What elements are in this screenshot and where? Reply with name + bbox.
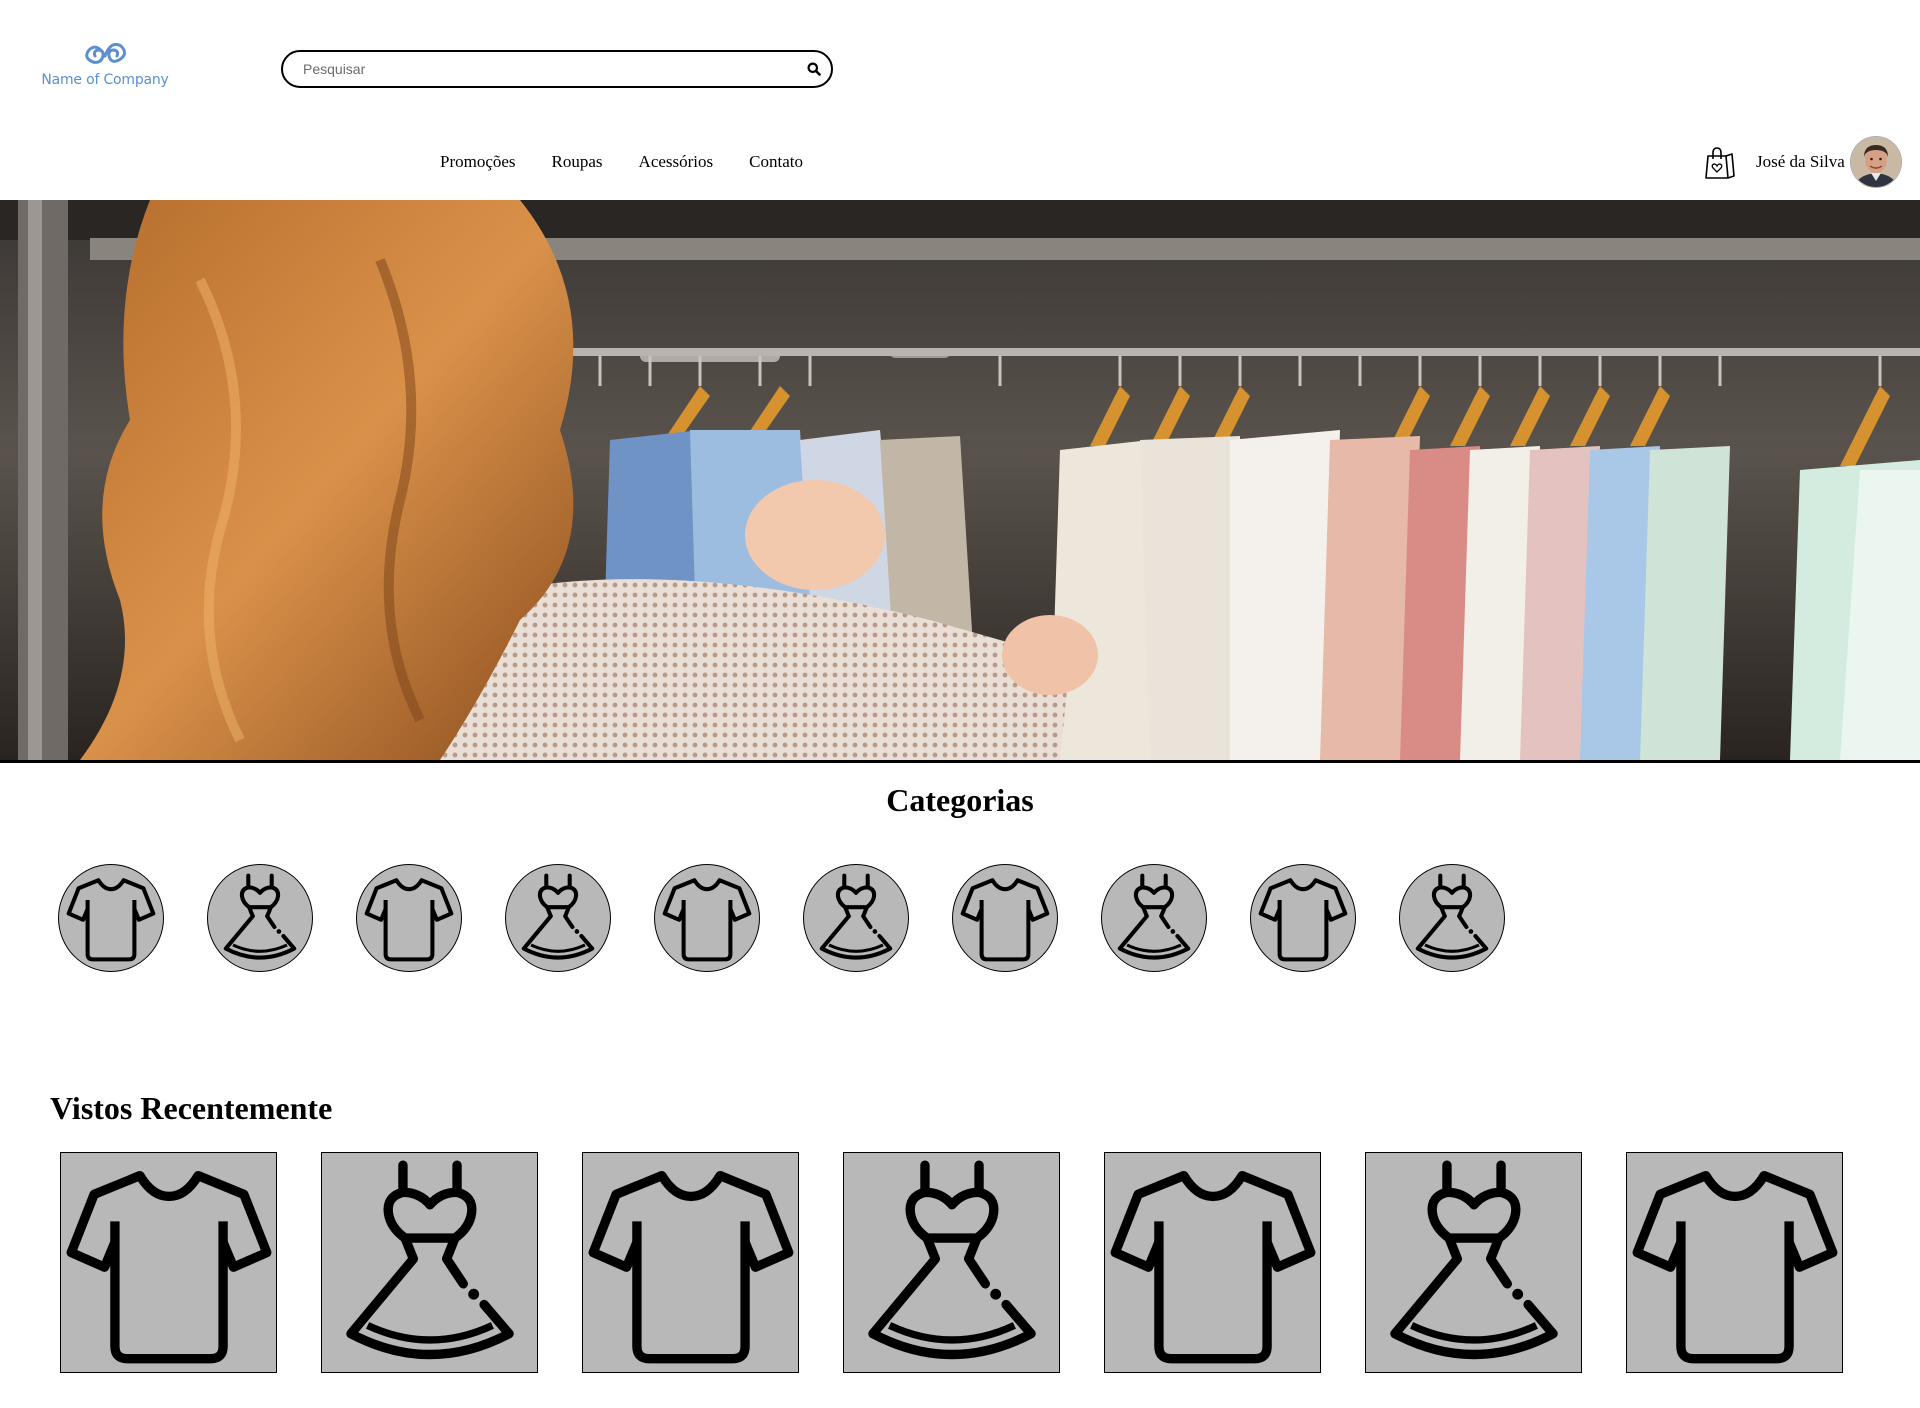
category-tshirt[interactable]	[1250, 864, 1356, 972]
tshirt-icon	[1109, 1159, 1317, 1367]
recent-item-tshirt[interactable]	[60, 1152, 277, 1373]
search-icon	[807, 62, 821, 76]
nav-acessorios[interactable]: Acessórios	[639, 152, 714, 172]
search-button[interactable]	[797, 52, 831, 86]
hero-banner	[0, 200, 1920, 763]
recent-item-tshirt[interactable]	[1104, 1152, 1321, 1373]
dress-icon	[848, 1159, 1056, 1367]
avatar[interactable]	[1850, 136, 1902, 188]
recent-item-dress[interactable]	[321, 1152, 538, 1373]
dress-icon	[513, 873, 603, 963]
logo-swirl-icon	[85, 42, 126, 64]
tshirt-icon	[364, 873, 454, 963]
dress-icon	[811, 873, 901, 963]
tshirt-icon	[1258, 873, 1348, 963]
category-tshirt[interactable]	[654, 864, 760, 972]
category-dress[interactable]	[505, 864, 611, 972]
logo-text: Name of Company	[41, 72, 169, 88]
recent-title: Vistos Recentemente	[50, 1090, 333, 1126]
category-tshirt[interactable]	[58, 864, 164, 972]
tshirt-icon	[1631, 1159, 1839, 1367]
search-input[interactable]	[303, 61, 797, 77]
nav-promocoes[interactable]: Promoções	[440, 152, 516, 172]
company-logo[interactable]: Name of Company	[40, 38, 170, 88]
category-dress[interactable]	[1399, 864, 1505, 972]
tshirt-icon	[960, 873, 1050, 963]
category-dress[interactable]	[207, 864, 313, 972]
recent-item-dress[interactable]	[843, 1152, 1060, 1373]
recent-item-tshirt[interactable]	[582, 1152, 799, 1373]
tshirt-icon	[65, 1159, 273, 1367]
user-name[interactable]: José da Silva	[1756, 152, 1845, 172]
nav-roupas[interactable]: Roupas	[552, 152, 603, 172]
search-bar	[281, 50, 833, 88]
category-tshirt[interactable]	[356, 864, 462, 972]
category-tshirt[interactable]	[952, 864, 1058, 972]
dress-icon	[326, 1159, 534, 1367]
tshirt-icon	[587, 1159, 795, 1367]
category-dress[interactable]	[803, 864, 909, 972]
shopping-bag-icon[interactable]	[1705, 146, 1735, 185]
dress-icon	[1109, 873, 1199, 963]
tshirt-icon	[66, 873, 156, 963]
recent-list	[60, 1152, 1843, 1373]
dress-icon	[1407, 873, 1497, 963]
recent-item-dress[interactable]	[1365, 1152, 1582, 1373]
dress-icon	[215, 873, 305, 963]
category-dress[interactable]	[1101, 864, 1207, 972]
categories-title: Categorias	[886, 782, 1034, 818]
recent-item-tshirt[interactable]	[1626, 1152, 1843, 1373]
tshirt-icon	[662, 873, 752, 963]
categories-list	[58, 864, 1505, 972]
dress-icon	[1370, 1159, 1578, 1367]
main-nav: Promoções Roupas Acessórios Contato	[440, 152, 803, 172]
hero-image	[0, 200, 1920, 760]
nav-contato[interactable]: Contato	[749, 152, 803, 172]
